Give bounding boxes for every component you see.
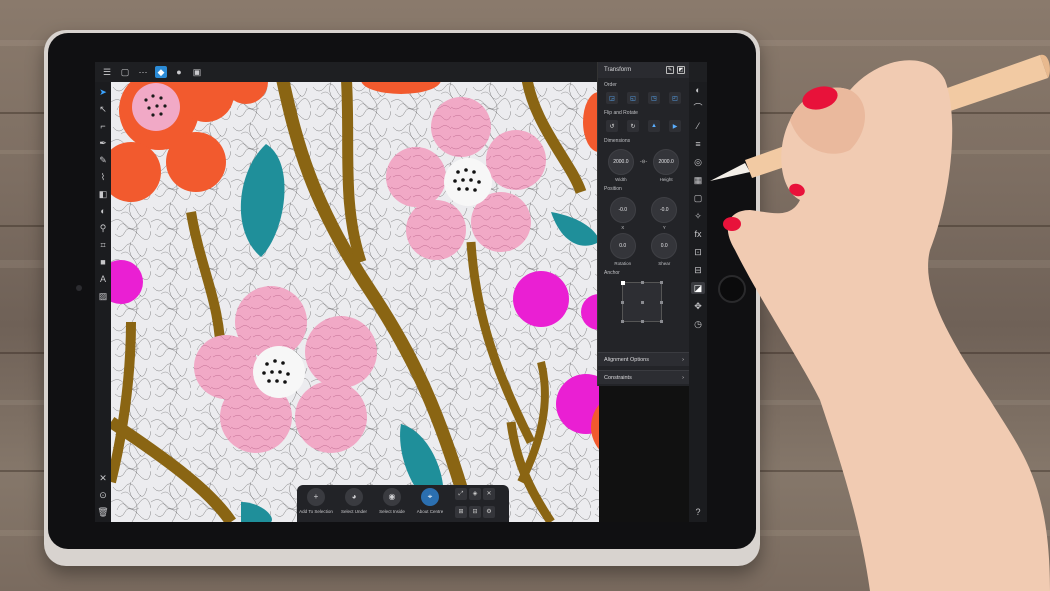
hand-with-apple-pencil [710, 54, 1050, 591]
